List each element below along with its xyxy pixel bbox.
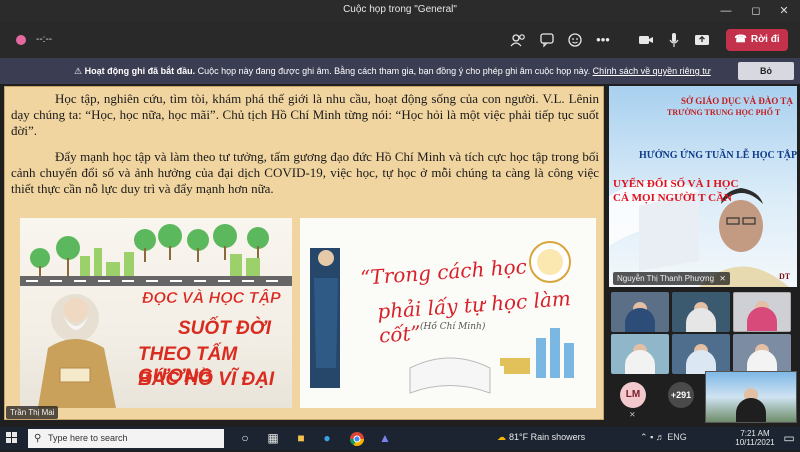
poster-left-line-1: ĐỌC VÀ HỌC TẬP <box>142 290 281 307</box>
chevron-up-icon[interactable]: ⌃ <box>640 432 648 442</box>
meeting-toolbar: --:-- ••• ☎ Rời đi <box>0 22 800 58</box>
search-placeholder: Type here to search <box>48 433 128 443</box>
background-text-1: SỞ GIÁO DỤC VÀ ĐÀO TẠ <box>681 96 793 106</box>
leave-button[interactable]: ☎ Rời đi <box>726 29 788 51</box>
participant-initials-avatar[interactable]: LM <box>620 382 646 408</box>
camera-icon[interactable] <box>637 31 655 49</box>
taskbar-search-input[interactable]: ⚲ Type here to search <box>28 429 224 448</box>
record-dot-icon <box>12 31 30 49</box>
weather-text: 81°F Rain showers <box>509 432 586 442</box>
edge-icon[interactable]: ● <box>318 430 336 447</box>
self-body <box>736 398 766 422</box>
mic-off-icon: ⨯ <box>629 410 636 419</box>
clock-time: 7:21 AM <box>740 429 770 438</box>
share-icon[interactable] <box>693 31 711 49</box>
background-text-2: TRƯỜNG TRUNG HỌC PHỔ T <box>667 108 781 117</box>
weather-widget[interactable]: ☁ 81°F Rain showers <box>497 432 585 443</box>
mic-icon[interactable] <box>665 31 683 49</box>
participant-body <box>747 307 777 331</box>
slide-paragraph-2: Đẩy mạnh học tập và làm theo tư tưởng, t… <box>11 149 599 196</box>
chrome-icon[interactable] <box>348 430 366 447</box>
maximize-icon[interactable]: ◻ <box>746 3 766 19</box>
poster-left-line-4: BÁC HỒ VĨ ĐẠI <box>138 369 275 390</box>
more-participants-badge[interactable]: +291 <box>668 382 694 408</box>
self-video-preview[interactable] <box>705 371 797 423</box>
recording-message: ⚠ Hoạt động ghi đã bắt đầu. Cuộc họp này… <box>74 66 711 77</box>
language-indicator[interactable]: ENG <box>667 432 687 442</box>
warning-icon: ⚠ <box>74 66 83 76</box>
task-view-icon[interactable]: ○ <box>236 430 254 447</box>
network-icon[interactable]: ▪ <box>650 432 653 442</box>
windows-taskbar: ⚲ Type here to search ○ ▦ ■ ● ▲ ☁ 81°F Ra… <box>0 427 800 450</box>
mic-off-icon: ⨯ <box>719 274 726 283</box>
widgets-icon[interactable]: ▦ <box>264 430 282 447</box>
phone-icon: ☎ <box>734 34 747 45</box>
search-icon: ⚲ <box>34 433 42 444</box>
teams-icon[interactable]: ▲ <box>376 430 394 447</box>
close-icon[interactable]: ✕ <box>774 3 794 19</box>
notification-icon[interactable]: ▭ <box>780 430 798 447</box>
participant-tile[interactable] <box>611 334 669 374</box>
weather-icon: ☁ <box>497 432 506 442</box>
reactions-icon[interactable] <box>566 31 584 49</box>
window-title-bar: Cuộc họp trong "General" — ◻ ✕ <box>0 0 800 22</box>
meeting-timer: --:-- <box>36 34 53 45</box>
recording-bold-text: Hoạt động ghi đã bắt đầu. <box>84 66 196 76</box>
background-text-5: CẢ MỌI NGƯỜI T CẦN <box>613 192 732 204</box>
privacy-policy-link[interactable]: Chính sách về quyền riêng tư <box>593 66 711 76</box>
participant-body <box>625 308 655 332</box>
self-study-poster-image: “Trong cách học phải lấy tự học làm cốt”… <box>300 218 596 408</box>
clock-date: 10/11/2021 <box>735 438 775 447</box>
people-icon[interactable] <box>509 31 527 49</box>
participant-body <box>625 350 655 374</box>
volume-icon[interactable]: ♬ <box>656 432 665 442</box>
poster-right-attribution: (Hồ Chí Minh) <box>420 322 486 332</box>
main-participant-name: Nguyễn Thị Thanh Phượng ⨯ <box>613 272 730 285</box>
taskbar-clock[interactable]: 7:21 AM 10/11/2021 <box>733 429 777 447</box>
minimize-icon[interactable]: — <box>716 3 736 19</box>
participant-tile[interactable] <box>733 292 791 332</box>
presenter-name-tag: Trần Thị Mai <box>6 406 59 419</box>
slide-paragraph-1: Học tập, nghiên cứu, tìm tòi, khám phá t… <box>11 91 599 138</box>
dismiss-button[interactable]: Bỏ <box>738 62 794 80</box>
system-tray[interactable]: ⌃ ▪ ♬ ENG <box>640 432 687 443</box>
background-text-4: UYỂN ĐỔI SỐ VÀ I HỌC <box>613 178 739 190</box>
reading-poster-image: ĐỌC VÀ HỌC TẬP SUỐT ĐỜI THEO TẤM GƯƠNG B… <box>20 218 292 408</box>
main-participant-name-text: Nguyễn Thị Thanh Phượng <box>617 274 715 283</box>
recording-text: Cuộc họp này đang được ghi âm. Bằng cách… <box>195 66 593 76</box>
chat-icon[interactable] <box>538 31 556 49</box>
windows-start-icon[interactable] <box>6 432 18 444</box>
background-text-corner: DT <box>779 272 791 281</box>
participant-tile[interactable] <box>733 334 791 374</box>
leave-label: Rời đi <box>750 34 780 45</box>
participant-tile[interactable] <box>672 334 730 374</box>
main-participant-video[interactable]: SỞ GIÁO DỤC VÀ ĐÀO TẠ TRƯỜNG TRUNG HỌC P… <box>609 86 797 287</box>
participant-tile[interactable] <box>611 292 669 332</box>
window-title: Cuộc họp trong "General" <box>343 4 457 15</box>
more-icon[interactable]: ••• <box>594 31 612 49</box>
recording-banner: ⚠ Hoạt động ghi đã bắt đầu. Cuộc họp này… <box>0 58 800 84</box>
poster-left-line-2: SUỐT ĐỜI <box>178 318 271 339</box>
file-explorer-icon[interactable]: ■ <box>292 430 310 447</box>
participant-tile[interactable] <box>672 292 730 332</box>
background-text-3: HƯỞNG ỨNG TUẦN LỄ HỌC TẬP <box>639 150 797 161</box>
participant-body <box>686 308 716 332</box>
